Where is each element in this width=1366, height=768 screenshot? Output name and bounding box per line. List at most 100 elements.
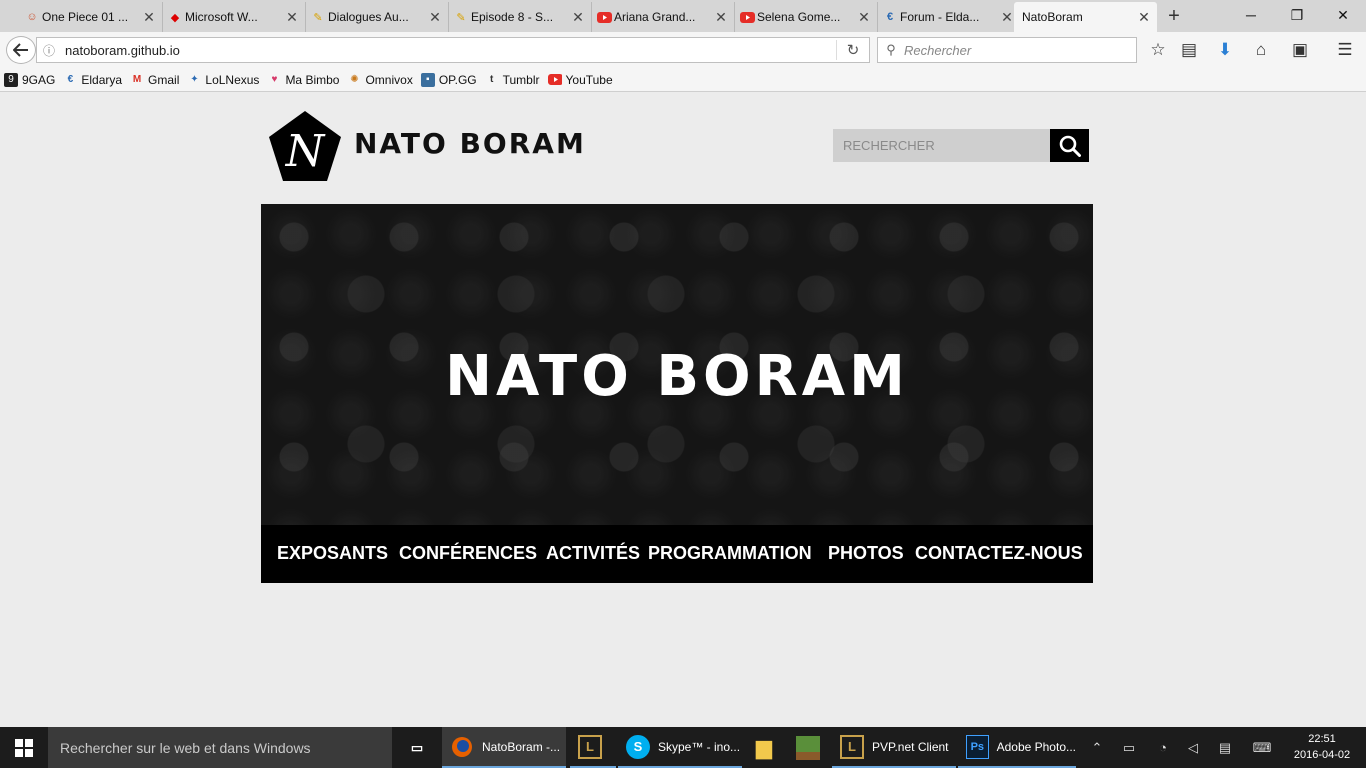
hero-banner: NATO BORAM xyxy=(261,204,1093,526)
notification-icon[interactable]: ▤ xyxy=(1214,727,1236,768)
lolnexus-icon: ✦ xyxy=(190,74,199,85)
chevron-up-icon[interactable]: ⌃ xyxy=(1086,727,1108,768)
bookmark-label: Gmail xyxy=(148,72,180,87)
close-window-button[interactable]: ✕ xyxy=(1320,0,1366,30)
tab-label: Ariana Grand... xyxy=(614,10,696,24)
eldarya-icon: € xyxy=(67,74,74,85)
bookmark-opgg[interactable]: ▪ OP.GG xyxy=(420,72,477,87)
omnivox-icon: ✺ xyxy=(350,74,359,85)
keyboard-icon[interactable]: ⌨ xyxy=(1248,727,1276,768)
taskbar-search-text: Rechercher sur le web et dans Windows xyxy=(60,739,311,756)
info-icon[interactable]: ⓘ xyxy=(37,42,61,59)
photoshop-icon: Ps xyxy=(966,734,989,759)
bookmarks-bar: 9 9GAG € Eldarya M Gmail ✦ LoLNexus ♥ Ma… xyxy=(0,68,1366,92)
firefox-icon xyxy=(450,735,474,759)
bookmark-omnivox[interactable]: ✺ Omnivox xyxy=(347,72,413,87)
star-icon[interactable]: ☆ xyxy=(1146,38,1170,62)
tab-forum-eldarya[interactable]: € Forum - Elda... ✕ xyxy=(878,2,1021,32)
address-bar[interactable]: ⓘ natoboram.github.io ↻ xyxy=(36,37,870,63)
bookmark-tumblr[interactable]: t Tumblr xyxy=(485,73,540,87)
taskbar-app-label: PVP.net Client xyxy=(872,739,949,754)
menu-item-conferences[interactable]: CONFÉRENCES xyxy=(399,543,537,564)
bookmark-gmail[interactable]: M Gmail xyxy=(130,72,180,87)
bookmark-label: Omnivox xyxy=(365,72,413,87)
site-search-button[interactable] xyxy=(1050,129,1089,162)
site-logo-text[interactable]: NATO BORAM xyxy=(354,127,586,160)
url-text[interactable]: natoboram.github.io xyxy=(61,43,836,58)
close-icon[interactable]: ✕ xyxy=(857,9,871,26)
pentagon-logo-icon[interactable]: N xyxy=(268,110,342,182)
restore-button[interactable]: ❐ xyxy=(1274,0,1320,30)
tab-selena-gomez[interactable]: Selena Gome... ✕ xyxy=(735,2,878,32)
site-search-input[interactable] xyxy=(833,129,1050,162)
tab-ariana-grande[interactable]: Ariana Grand... ✕ xyxy=(592,2,735,32)
tab-episode-8[interactable]: ✎ Episode 8 - S... ✕ xyxy=(449,2,592,32)
tab-label: Episode 8 - S... xyxy=(471,10,554,24)
bookmark-ma-bimbo[interactable]: ♥ Ma Bimbo xyxy=(267,73,339,87)
taskbar-app-minecraft[interactable] xyxy=(788,727,828,768)
close-icon[interactable]: ✕ xyxy=(1137,9,1151,26)
reload-icon[interactable]: ↻ xyxy=(837,41,869,59)
new-tab-button[interactable]: + xyxy=(1162,4,1186,28)
minecraft-icon xyxy=(796,735,820,760)
menu-item-contactez-nous[interactable]: CONTACTEZ-NOUS xyxy=(915,543,1083,564)
menu-item-exposants[interactable]: EXPOSANTS xyxy=(277,543,388,564)
bookmark-lolnexus[interactable]: ✦ LoLNexus xyxy=(187,73,259,87)
bookmark-eldarya[interactable]: € Eldarya xyxy=(63,73,122,87)
menu-item-photos[interactable]: PHOTOS xyxy=(828,543,904,564)
windows-taskbar: Rechercher sur le web et dans Windows ▭ … xyxy=(0,727,1366,768)
bookmark-9gag[interactable]: 9 9GAG xyxy=(4,72,56,87)
reading-list-icon[interactable]: ▤ xyxy=(1177,38,1201,62)
close-icon[interactable]: ✕ xyxy=(285,9,299,26)
bookmark-label: LoLNexus xyxy=(205,72,260,87)
close-icon[interactable]: ✕ xyxy=(714,9,728,26)
taskbar-app-league[interactable]: L xyxy=(570,727,616,768)
taskbar-app-label: NatoBoram -... xyxy=(482,739,561,754)
minimize-button[interactable]: ─ xyxy=(1228,0,1274,30)
home-icon[interactable]: ⌂ xyxy=(1249,38,1273,62)
tab-dialogues[interactable]: ✎ Dialogues Au... ✕ xyxy=(306,2,449,32)
browser-search-box[interactable]: ⚲ Rechercher xyxy=(877,37,1137,63)
taskbar-app-photoshop[interactable]: Ps Adobe Photo... xyxy=(958,727,1076,768)
taskbar-app-pvpnet[interactable]: L PVP.net Client xyxy=(832,727,956,768)
bookmark-youtube[interactable]: YouTube xyxy=(547,73,613,87)
tab-natoboram[interactable]: NatoBoram ✕ xyxy=(1014,2,1157,32)
youtube-icon xyxy=(547,73,562,87)
menu-item-programmation[interactable]: PROGRAMMATION xyxy=(648,543,812,564)
luffy-icon: ☺ xyxy=(26,11,38,23)
browser-tab-bar: ☺ One Piece 01 ... ✕ ◆ Microsoft W... ✕ … xyxy=(0,0,1366,32)
search-placeholder: Rechercher xyxy=(904,42,972,58)
opgg-icon: ▪ xyxy=(420,72,435,87)
bookmark-label: Eldarya xyxy=(81,72,123,87)
red-dot-icon: ◆ xyxy=(170,11,180,24)
taskbar-app-explorer[interactable]: ▆ xyxy=(744,727,784,768)
clock-date: 2016-04-02 xyxy=(1293,749,1351,761)
task-view-icon: ▭ xyxy=(410,739,424,755)
start-button[interactable] xyxy=(0,727,48,768)
taskbar-app-skype[interactable]: S Skype™ - ino... xyxy=(618,727,742,768)
tab-one-piece[interactable]: ☺ One Piece 01 ... ✕ xyxy=(20,2,163,32)
taskbar-clock[interactable]: 22:51 2016-04-02 xyxy=(1284,731,1360,763)
close-icon[interactable]: ✕ xyxy=(142,9,156,26)
task-view-button[interactable]: ▭ xyxy=(400,727,434,768)
sync-icon[interactable]: ▣ xyxy=(1288,38,1312,62)
back-button[interactable] xyxy=(6,36,36,64)
close-icon[interactable]: ✕ xyxy=(571,9,585,26)
close-icon[interactable]: ✕ xyxy=(1000,9,1014,26)
menu-item-activites[interactable]: ACTIVITÉS xyxy=(546,543,640,564)
close-icon[interactable]: ✕ xyxy=(428,9,442,26)
taskbar-app-label: Skype™ - ino... xyxy=(658,739,741,754)
tab-microsoft[interactable]: ◆ Microsoft W... ✕ xyxy=(163,2,306,32)
youtube-icon xyxy=(739,9,755,25)
wifi-icon[interactable]: ◔ xyxy=(1152,727,1174,768)
taskbar-app-firefox[interactable]: NatoBoram -... xyxy=(442,727,566,768)
battery-icon[interactable]: ▭ xyxy=(1118,727,1140,768)
taskbar-search-box[interactable]: Rechercher sur le web et dans Windows xyxy=(48,727,392,768)
download-icon[interactable]: ⬇ xyxy=(1213,38,1237,62)
bookmark-label: 9GAG xyxy=(22,72,56,87)
volume-icon[interactable]: ◁ xyxy=(1182,727,1204,768)
tab-label: NatoBoram xyxy=(1022,10,1083,24)
tab-label: Microsoft W... xyxy=(185,10,258,24)
menu-icon[interactable]: ☰ xyxy=(1333,38,1357,62)
league-icon: L xyxy=(578,734,602,759)
